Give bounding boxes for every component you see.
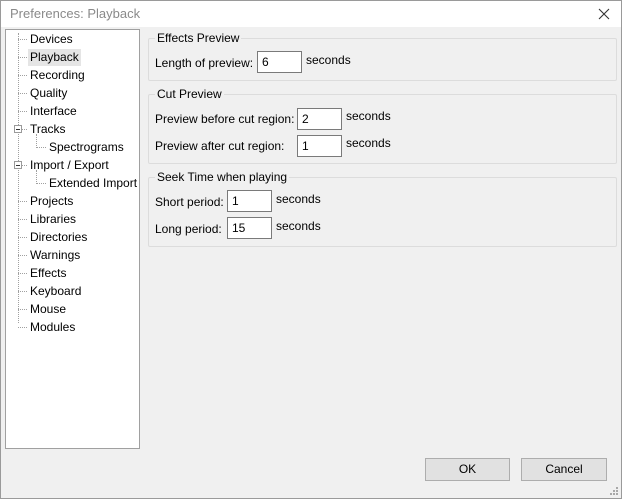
tree-item-extended-import[interactable]: Extended Import bbox=[47, 175, 139, 192]
tree-item-devices[interactable]: Devices bbox=[28, 31, 75, 48]
tree-item-quality[interactable]: Quality bbox=[28, 85, 69, 102]
ok-button[interactable]: OK bbox=[425, 458, 510, 481]
long-period-label: Long period: bbox=[155, 222, 222, 236]
tree-connector bbox=[18, 39, 27, 40]
tree-item-effects[interactable]: Effects bbox=[28, 265, 68, 282]
close-icon bbox=[598, 8, 610, 20]
cut-preview-group bbox=[148, 94, 617, 164]
preview-before-cut-label: Preview before cut region: bbox=[155, 112, 295, 126]
tree-connector bbox=[18, 219, 27, 220]
length-of-preview-field[interactable] bbox=[257, 51, 302, 73]
preview-after-cut-unit: seconds bbox=[346, 136, 391, 150]
tree-item-spectrograms[interactable]: Spectrograms bbox=[47, 139, 126, 156]
category-tree[interactable]: Devices Playback Recording Quality Inter… bbox=[5, 29, 140, 449]
tree-connector bbox=[18, 255, 27, 256]
tree-item-projects[interactable]: Projects bbox=[28, 193, 75, 210]
window-title: Preferences: Playback bbox=[10, 6, 141, 21]
tree-item-playback[interactable]: Playback bbox=[28, 49, 81, 66]
tree-item-import-export[interactable]: Import / Export bbox=[28, 157, 111, 174]
cut-preview-title: Cut Preview bbox=[155, 87, 224, 101]
tree-connector bbox=[18, 309, 27, 310]
tree-connector bbox=[18, 75, 27, 76]
effects-preview-title: Effects Preview bbox=[155, 31, 242, 45]
long-period-field[interactable] bbox=[227, 217, 272, 239]
tree-item-tracks[interactable]: Tracks bbox=[28, 121, 68, 138]
seek-time-title: Seek Time when playing bbox=[155, 170, 290, 184]
short-period-label: Short period: bbox=[155, 195, 224, 209]
tree-connector bbox=[18, 201, 27, 202]
short-period-unit: seconds bbox=[276, 192, 321, 206]
length-of-preview-unit: seconds bbox=[306, 53, 351, 67]
tree-item-directories[interactable]: Directories bbox=[28, 229, 89, 246]
tree-item-libraries[interactable]: Libraries bbox=[28, 211, 78, 228]
tree-connector bbox=[18, 291, 27, 292]
tree-item-modules[interactable]: Modules bbox=[28, 319, 77, 336]
tree-connector bbox=[36, 147, 46, 148]
collapse-import-export-icon[interactable] bbox=[14, 161, 22, 169]
preview-before-cut-field[interactable] bbox=[297, 108, 342, 130]
tree-connector bbox=[18, 57, 27, 58]
preview-before-cut-unit: seconds bbox=[346, 109, 391, 123]
tree-connector bbox=[36, 183, 46, 184]
tree-item-interface[interactable]: Interface bbox=[28, 103, 79, 120]
tree-item-keyboard[interactable]: Keyboard bbox=[28, 283, 83, 300]
tree-connector bbox=[18, 111, 27, 112]
preview-after-cut-field[interactable] bbox=[297, 135, 342, 157]
tree-connector bbox=[18, 93, 27, 94]
preview-after-cut-label: Preview after cut region: bbox=[155, 139, 285, 153]
tree-item-recording[interactable]: Recording bbox=[28, 67, 87, 84]
tree-connector bbox=[18, 33, 19, 323]
seek-time-group bbox=[148, 177, 617, 247]
preferences-dialog: Preferences: Playback Devices Playback R… bbox=[0, 0, 622, 499]
tree-item-mouse[interactable]: Mouse bbox=[28, 301, 68, 318]
cancel-button[interactable]: Cancel bbox=[521, 458, 607, 481]
resize-grip-icon[interactable] bbox=[609, 486, 619, 496]
collapse-tracks-icon[interactable] bbox=[14, 125, 22, 133]
tree-connector bbox=[18, 273, 27, 274]
long-period-unit: seconds bbox=[276, 219, 321, 233]
tree-item-warnings[interactable]: Warnings bbox=[28, 247, 82, 264]
length-of-preview-label: Length of preview: bbox=[155, 56, 254, 70]
close-button[interactable] bbox=[587, 1, 621, 27]
short-period-field[interactable] bbox=[227, 190, 272, 212]
tree-connector bbox=[18, 237, 27, 238]
title-bar: Preferences: Playback bbox=[1, 1, 621, 27]
tree-connector bbox=[18, 327, 27, 328]
